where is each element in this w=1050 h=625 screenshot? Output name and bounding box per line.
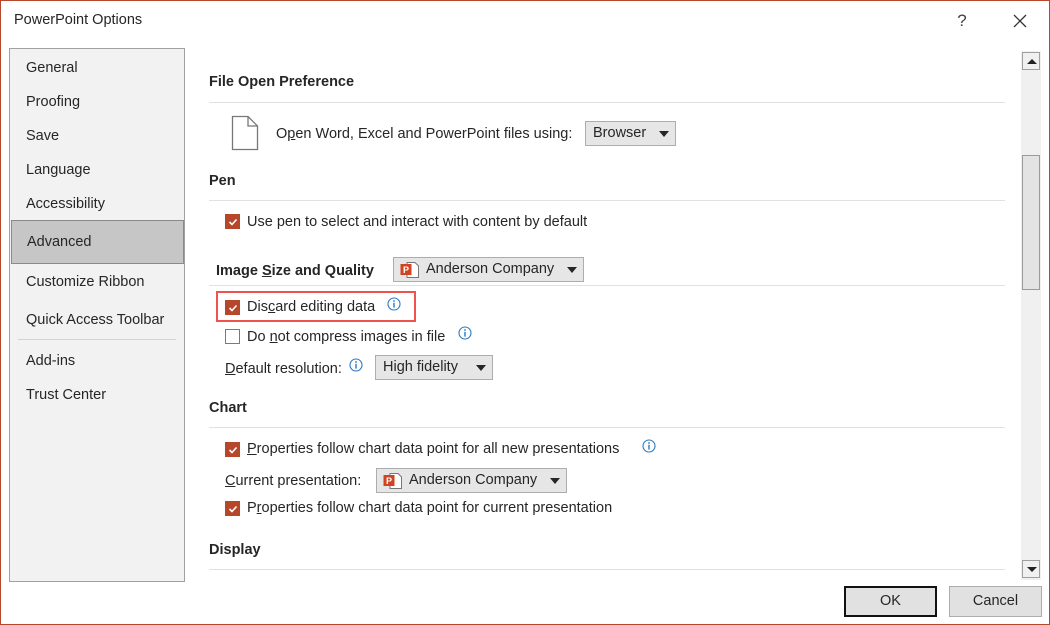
nav-separator (18, 339, 176, 340)
checkmark-icon (228, 218, 238, 226)
nav-item-quick-access-toolbar[interactable]: Quick Access Toolbar (10, 303, 184, 337)
dialog-title: PowerPoint Options (14, 12, 143, 28)
vertical-scrollbar[interactable] (1021, 51, 1041, 580)
scroll-down-button[interactable] (1022, 560, 1040, 578)
checkmark-icon (228, 446, 238, 454)
dropdown-value: Anderson Company (426, 261, 555, 277)
current-presentation-label: Current presentation: (225, 473, 361, 489)
nav-item-trust-center[interactable]: Trust Center (10, 378, 184, 412)
close-icon (1013, 14, 1027, 28)
properties-current-label: Properties follow chart data point for c… (247, 500, 612, 516)
file-open-dropdown[interactable]: Browser (585, 121, 676, 146)
cancel-button[interactable]: Cancel (949, 586, 1042, 617)
do-not-compress-label: Do not compress images in file (247, 329, 445, 345)
current-presentation-dropdown[interactable]: P Anderson Company (376, 468, 567, 493)
use-pen-checkbox[interactable] (225, 214, 240, 229)
section-divider (209, 200, 1005, 201)
nav-item-customize-ribbon[interactable]: Customize Ribbon (10, 265, 184, 299)
access-key: C (225, 473, 236, 489)
chevron-down-icon (476, 365, 486, 371)
dropdown-value: Anderson Company (409, 472, 538, 488)
close-button[interactable] (1006, 7, 1034, 35)
section-divider (209, 102, 1005, 103)
nav-item-general[interactable]: General (10, 51, 184, 85)
label-part: O (276, 126, 288, 142)
label-part: Do (247, 329, 270, 345)
access-key: n (269, 329, 278, 345)
default-resolution-dropdown[interactable]: High fidelity (375, 355, 493, 380)
properties-all-new-label: Properties follow chart data point for a… (247, 441, 619, 457)
highlight-annotation (216, 291, 416, 322)
ok-button[interactable]: OK (844, 586, 937, 617)
label-part: ize and Quality (271, 263, 374, 279)
access-key: D (225, 361, 236, 377)
nav-item-advanced[interactable]: Advanced (11, 220, 184, 264)
image-presentation-dropdown[interactable]: P Anderson Company (393, 257, 584, 282)
section-title-chart: Chart (209, 400, 247, 416)
use-pen-label: Use pen to select and interact with cont… (247, 214, 588, 230)
title-bar: PowerPoint Options ? (1, 1, 1049, 41)
powerpoint-file-icon: P (400, 262, 419, 278)
options-nav: General Proofing Save Language Accessibi… (9, 48, 185, 582)
do-not-compress-checkbox[interactable] (225, 329, 240, 344)
scroll-up-button[interactable] (1022, 52, 1040, 70)
label-part: urrent presentation: (235, 473, 362, 489)
powerpoint-file-icon: P (383, 473, 402, 489)
section-title-image-size: Image Size and Quality (216, 263, 374, 279)
section-divider (209, 427, 1005, 428)
chevron-down-icon (550, 478, 560, 484)
file-open-label: Open Word, Excel and PowerPoint files us… (276, 126, 572, 142)
nav-item-save[interactable]: Save (10, 119, 184, 153)
nav-item-accessibility[interactable]: Accessibility (10, 187, 184, 221)
section-title-file-open: File Open Preference (209, 74, 355, 90)
chevron-down-icon (659, 131, 669, 137)
label-part: ot compress images in file (277, 329, 446, 345)
label-part: operties follow chart data point for cur… (261, 500, 613, 516)
properties-all-new-checkbox[interactable] (225, 442, 240, 457)
svg-text:P: P (403, 265, 409, 275)
svg-text:P: P (386, 476, 392, 486)
default-resolution-label: Default resolution: (225, 361, 342, 377)
label-part: en Word, Excel and PowerPoint files usin… (295, 126, 573, 142)
section-title-pen: Pen (209, 173, 236, 189)
label-part: Image (216, 263, 262, 279)
info-icon[interactable] (458, 326, 472, 340)
document-icon (231, 115, 259, 151)
dropdown-value: High fidelity (383, 359, 458, 375)
section-divider (209, 285, 1005, 286)
label-part: P (247, 500, 257, 516)
access-key: S (261, 263, 272, 279)
info-icon[interactable] (349, 358, 363, 372)
section-divider (209, 569, 1005, 570)
label-part: roperties follow chart data point for al… (256, 441, 620, 457)
dropdown-value: Browser (593, 125, 647, 141)
chevron-down-icon (567, 267, 577, 273)
info-icon[interactable] (642, 439, 656, 453)
access-key: P (247, 441, 257, 457)
nav-item-language[interactable]: Language (10, 153, 184, 187)
checkmark-icon (228, 505, 238, 513)
arrow-up-icon (1027, 59, 1037, 64)
section-title-display: Display (209, 542, 261, 558)
powerpoint-options-dialog: PowerPoint Options ? General Proofing Sa… (0, 0, 1050, 625)
arrow-down-icon (1027, 567, 1037, 572)
nav-item-add-ins[interactable]: Add-ins (10, 344, 184, 378)
scroll-thumb[interactable] (1022, 155, 1040, 290)
properties-current-checkbox[interactable] (225, 501, 240, 516)
label-part: efault resolution: (235, 361, 342, 377)
nav-item-proofing[interactable]: Proofing (10, 85, 184, 119)
help-button[interactable]: ? (949, 7, 975, 35)
